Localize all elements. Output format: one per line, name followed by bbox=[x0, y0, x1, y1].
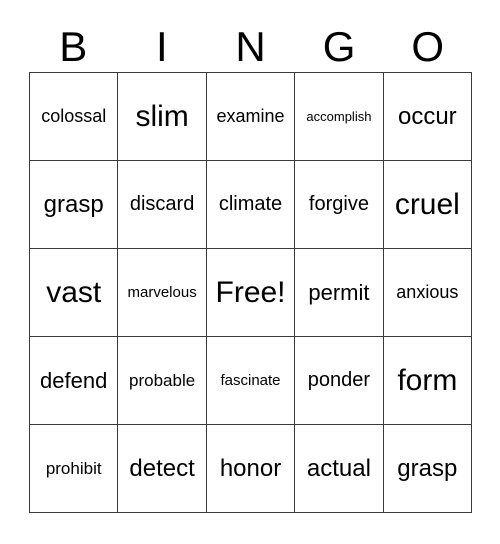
bingo-cell[interactable]: anxious bbox=[383, 249, 473, 337]
bingo-cell-free-space[interactable]: Free! bbox=[206, 249, 296, 337]
bingo-cell[interactable]: honor bbox=[206, 425, 296, 513]
header-letter-i: I bbox=[156, 23, 168, 70]
bingo-cell[interactable]: discard bbox=[118, 161, 207, 249]
header-letter-n: N bbox=[235, 23, 266, 70]
bingo-cell[interactable]: marvelous bbox=[118, 249, 207, 337]
bingo-header-row: B I N G O bbox=[29, 22, 472, 72]
bingo-row: defend probable fascinate ponder form bbox=[30, 337, 473, 425]
bingo-cell[interactable]: cruel bbox=[383, 161, 473, 249]
bingo-row: vast marvelous Free! permit anxious bbox=[30, 249, 473, 337]
bingo-cell[interactable]: ponder bbox=[295, 337, 384, 425]
bingo-grid: colossal slim examine accomplish occur g… bbox=[29, 72, 473, 513]
bingo-cell[interactable]: examine bbox=[206, 73, 296, 161]
bingo-cell[interactable]: probable bbox=[118, 337, 207, 425]
bingo-row: grasp discard climate forgive cruel bbox=[30, 161, 473, 249]
header-letter-b: B bbox=[59, 23, 88, 70]
bingo-cell[interactable]: grasp bbox=[383, 425, 473, 513]
bingo-row: prohibit detect honor actual grasp bbox=[30, 425, 473, 513]
bingo-cell[interactable]: climate bbox=[206, 161, 296, 249]
bingo-cell[interactable]: prohibit bbox=[30, 425, 119, 513]
bingo-cell[interactable]: fascinate bbox=[206, 337, 296, 425]
bingo-card: B I N G O colossal slim examine accompli… bbox=[0, 0, 500, 544]
bingo-cell[interactable]: slim bbox=[118, 73, 207, 161]
bingo-cell[interactable]: form bbox=[383, 337, 473, 425]
bingo-cell[interactable]: vast bbox=[30, 249, 119, 337]
bingo-row: colossal slim examine accomplish occur bbox=[30, 73, 473, 161]
bingo-cell[interactable]: occur bbox=[383, 73, 473, 161]
bingo-cell[interactable]: accomplish bbox=[295, 73, 384, 161]
bingo-cell[interactable]: permit bbox=[295, 249, 384, 337]
header-letter-o: O bbox=[411, 23, 444, 70]
bingo-cell[interactable]: defend bbox=[30, 337, 119, 425]
bingo-cell[interactable]: colossal bbox=[30, 73, 119, 161]
header-letter-g: G bbox=[322, 23, 356, 70]
bingo-cell[interactable]: detect bbox=[118, 425, 207, 513]
bingo-cell[interactable]: actual bbox=[295, 425, 384, 513]
bingo-cell[interactable]: grasp bbox=[30, 161, 119, 249]
bingo-cell[interactable]: forgive bbox=[295, 161, 384, 249]
